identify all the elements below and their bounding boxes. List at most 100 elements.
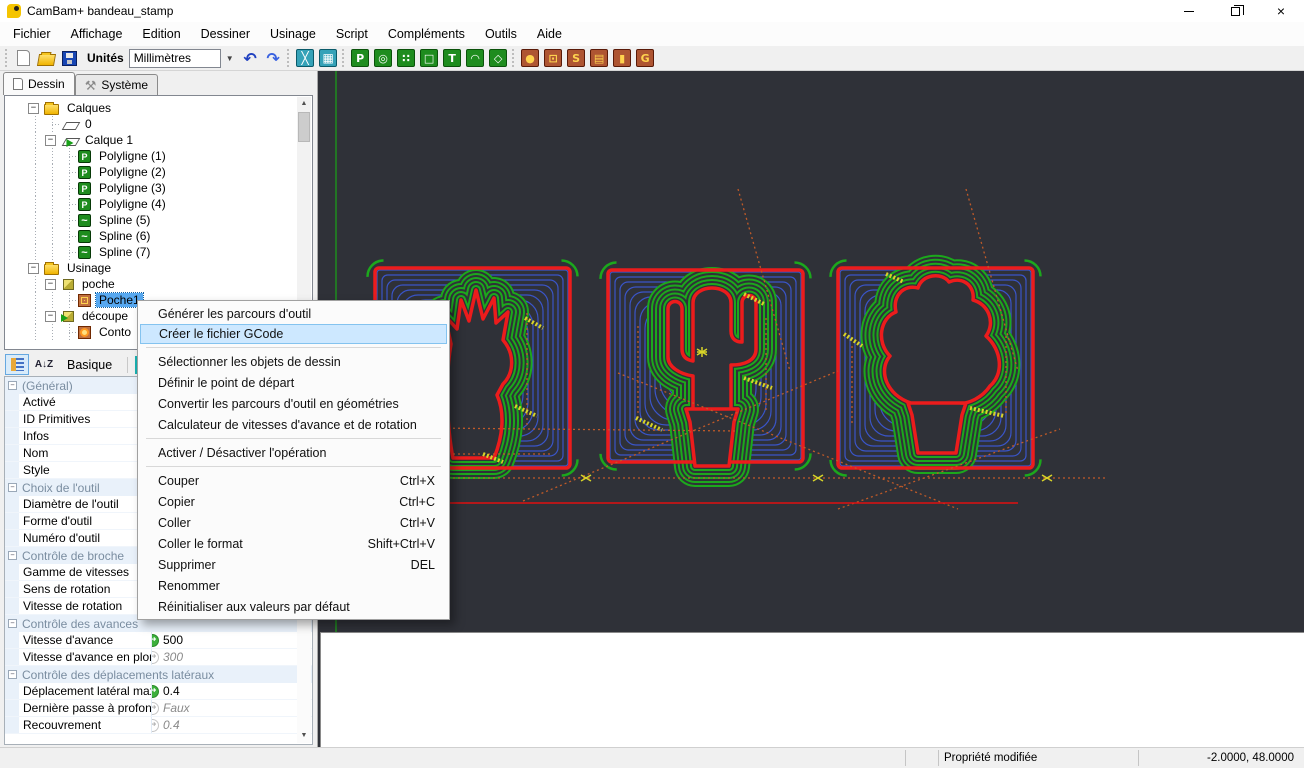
tree-item-poche[interactable]: −poche bbox=[5, 276, 312, 292]
ctx-item-activer-desactiver-l-operation[interactable]: Activer / Désactiver l'opération bbox=[138, 442, 449, 463]
ctx-item-copier[interactable]: CopierCtrl+C bbox=[138, 491, 449, 512]
engrave-button[interactable]: ▮ bbox=[611, 47, 634, 69]
canvas-area bbox=[318, 71, 1304, 747]
tree-item-label: Conto bbox=[96, 325, 134, 339]
prop-row-recouvrement[interactable]: Recouvrement→0.4 bbox=[5, 717, 312, 734]
ctx-item-generer-les-parcours-d-outil[interactable]: Générer les parcours d'outil bbox=[138, 303, 449, 324]
restore-button[interactable] bbox=[1212, 0, 1258, 22]
ctx-item-coller-le-format[interactable]: Coller le formatShift+Ctrl+V bbox=[138, 533, 449, 554]
menu-item-outils[interactable]: Outils bbox=[475, 22, 527, 46]
lathe-button[interactable]: ▤ bbox=[588, 47, 611, 69]
tree-item-polyligne-1[interactable]: Polyligne (1) bbox=[5, 148, 312, 164]
units-combo[interactable]: Millimètres bbox=[129, 49, 221, 68]
minimize-icon bbox=[1184, 11, 1194, 12]
undo-button[interactable]: ↶ bbox=[239, 47, 262, 69]
drill-button[interactable]: ● bbox=[519, 47, 542, 69]
prop-row-vitesse-d-avance-en-plongee[interactable]: Vitesse d'avance en plongée→300 bbox=[5, 649, 312, 666]
menu-item-fichier[interactable]: Fichier bbox=[3, 22, 61, 46]
grid-icon: ▦ bbox=[319, 49, 337, 67]
tab-systeme[interactable]: ⚒Système bbox=[75, 74, 158, 95]
ctx-item-convertir-les-parcours-d-outil-en-geometries[interactable]: Convertir les parcours d'outil en géomét… bbox=[138, 393, 449, 414]
tree-item-usinage[interactable]: −Usinage bbox=[5, 260, 312, 276]
prop-category-controle-des-deplacements-lateraux[interactable]: −Contrôle des déplacements latéraux bbox=[5, 666, 312, 683]
ctx-item-couper[interactable]: CouperCtrl+X bbox=[138, 470, 449, 491]
scroll-up-icon[interactable]: ▲ bbox=[297, 97, 311, 111]
circle-button[interactable]: ◎ bbox=[372, 47, 395, 69]
ctx-item-selectionner-les-objets-de-dessin[interactable]: Sélectionner les objets de dessin bbox=[138, 351, 449, 372]
collapse-icon[interactable]: − bbox=[8, 483, 17, 492]
collapse-icon[interactable]: − bbox=[45, 135, 56, 146]
menu-item-edition[interactable]: Edition bbox=[132, 22, 190, 46]
tree-item-spline-6[interactable]: Spline (6) bbox=[5, 228, 312, 244]
ctx-item-label: Coller bbox=[158, 516, 191, 530]
wrench-icon: ⚒ bbox=[85, 79, 97, 92]
tree-item-polyligne-3[interactable]: Polyligne (3) bbox=[5, 180, 312, 196]
categorized-view-button[interactable] bbox=[5, 354, 29, 375]
tree-item-polyligne-2[interactable]: Polyligne (2) bbox=[5, 164, 312, 180]
collapse-icon[interactable]: − bbox=[8, 381, 17, 390]
menu-item-dessiner[interactable]: Dessiner bbox=[191, 22, 260, 46]
menu-item-complements[interactable]: Compléments bbox=[378, 22, 475, 46]
menu-item-usinage[interactable]: Usinage bbox=[260, 22, 326, 46]
scroll-down-icon[interactable]: ▼ bbox=[297, 729, 311, 743]
menu-item-affichage[interactable]: Affichage bbox=[61, 22, 133, 46]
collapse-icon[interactable]: − bbox=[45, 311, 56, 322]
collapse-icon[interactable]: − bbox=[8, 670, 17, 679]
tree-item-0[interactable]: 0 bbox=[5, 116, 312, 132]
text-button[interactable]: T bbox=[441, 47, 464, 69]
ctx-item-renommer[interactable]: Renommer bbox=[138, 575, 449, 596]
prop-row-derniere-passe-a-profondeur[interactable]: Dernière passe à profondeur→Faux bbox=[5, 700, 312, 717]
polyhedron-button[interactable]: ◇ bbox=[487, 47, 510, 69]
prop-indent bbox=[5, 717, 19, 733]
new-file-button[interactable] bbox=[12, 47, 35, 69]
ctx-item-calculateur-de-vitesses-d-avance-et-de-rotation[interactable]: Calculateur de vitesses d'avance et de r… bbox=[138, 414, 449, 435]
ctx-item-supprimer[interactable]: SupprimerDEL bbox=[138, 554, 449, 575]
units-label: Unités bbox=[87, 51, 124, 65]
ctx-item-coller[interactable]: CollerCtrl+V bbox=[138, 512, 449, 533]
tab-dessin[interactable]: Dessin bbox=[3, 72, 75, 95]
open-file-button[interactable] bbox=[35, 47, 58, 69]
points-button[interactable]: ∷ bbox=[395, 47, 418, 69]
save-button[interactable] bbox=[58, 47, 81, 69]
menu-item-script[interactable]: Script bbox=[326, 22, 378, 46]
collapse-icon[interactable]: − bbox=[45, 279, 56, 290]
tree-guide bbox=[44, 212, 61, 228]
prop-row-vitesse-d-avance[interactable]: Vitesse d'avance→500 bbox=[5, 632, 312, 649]
prop-value: →Faux bbox=[152, 700, 312, 716]
region-button[interactable]: ◠ bbox=[464, 47, 487, 69]
ctx-item-creer-le-fichier-gcode[interactable]: Créer le fichier GCode bbox=[140, 324, 447, 344]
undo-icon: ↶ bbox=[241, 49, 259, 67]
tree-item-spline-7[interactable]: Spline (7) bbox=[5, 244, 312, 260]
units-dropdown-icon[interactable]: ▼ bbox=[221, 54, 239, 63]
tree-item-label: Polyligne (1) bbox=[96, 149, 169, 163]
tree-item-calque-1[interactable]: −Calque 1 bbox=[5, 132, 312, 148]
ctx-item-definir-le-point-de-depart[interactable]: Définir le point de départ bbox=[138, 372, 449, 393]
rectangle-button[interactable]: □ bbox=[418, 47, 441, 69]
close-button[interactable]: × bbox=[1258, 0, 1304, 22]
alphabetical-sort-button[interactable]: A↓Z bbox=[32, 354, 56, 375]
collapse-icon[interactable]: − bbox=[8, 551, 17, 560]
ctx-item-reinitialiser-aux-valeurs-par-defaut[interactable]: Réinitialiser aux valeurs par défaut bbox=[138, 596, 449, 617]
menu-item-aide[interactable]: Aide bbox=[527, 22, 572, 46]
scrollbar-thumb[interactable] bbox=[298, 112, 310, 142]
pocket-button[interactable]: ⊡ bbox=[542, 47, 565, 69]
redo-button[interactable]: ↷ bbox=[262, 47, 285, 69]
restore-icon bbox=[1231, 7, 1240, 16]
drawing-canvas[interactable] bbox=[318, 71, 1304, 632]
value-set-icon: → bbox=[152, 634, 159, 647]
collapse-icon[interactable]: − bbox=[8, 619, 17, 628]
tree-item-label: Spline (7) bbox=[96, 245, 153, 259]
collapse-icon[interactable]: − bbox=[28, 263, 39, 274]
tree-item-polyligne-4[interactable]: Polyligne (4) bbox=[5, 196, 312, 212]
axes-button[interactable]: ╳ bbox=[294, 47, 317, 69]
tree-item-calques[interactable]: −Calques bbox=[5, 100, 312, 116]
collapse-icon[interactable]: − bbox=[28, 103, 39, 114]
grid-button[interactable]: ▦ bbox=[317, 47, 340, 69]
profile-button[interactable]: S bbox=[565, 47, 588, 69]
prop-row-deplacement-lateral-maxi[interactable]: Déplacement latéral maxi→0.4 bbox=[5, 683, 312, 700]
polyline-button[interactable]: P bbox=[349, 47, 372, 69]
tree-item-spline-5[interactable]: Spline (5) bbox=[5, 212, 312, 228]
minimize-button[interactable] bbox=[1166, 0, 1212, 22]
prop-indent bbox=[5, 462, 19, 478]
gcode-button[interactable]: G bbox=[634, 47, 657, 69]
